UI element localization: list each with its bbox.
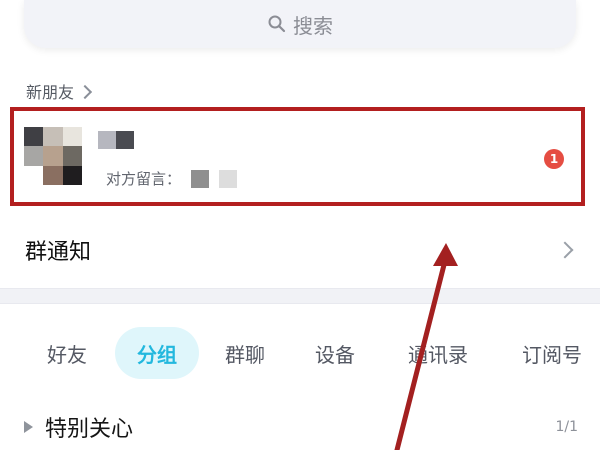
chevron-right-icon — [556, 241, 574, 259]
tab-devices[interactable]: 设备 — [304, 327, 366, 379]
tab-groups[interactable]: 分组 — [115, 327, 199, 379]
special-care-left: 特别关心 — [24, 411, 133, 443]
tab-friends[interactable]: 好友 — [36, 327, 98, 379]
group-notice-row[interactable]: 群通知 — [0, 214, 600, 286]
chevron-right-icon — [77, 84, 93, 99]
new-friends-title: 新朋友 — [26, 83, 75, 102]
search-bar[interactable]: 搜索 — [24, 0, 576, 48]
notification-badge: 1 — [544, 149, 564, 169]
request-message-row: 对方留言： — [106, 168, 238, 189]
contact-tabs: 好友 分组 群聊 设备 通讯录 订阅号 — [0, 327, 600, 379]
group-notice-label: 群通知 — [25, 240, 92, 265]
avatar — [24, 127, 82, 185]
special-care-group[interactable]: 特别关心 1/1 — [0, 404, 600, 450]
requester-name-mosaic — [98, 131, 134, 149]
tab-subscriptions[interactable]: 订阅号 — [511, 327, 593, 379]
tab-address-book[interactable]: 通讯录 — [396, 327, 480, 379]
search-icon — [267, 14, 287, 34]
new-friends-header[interactable]: 新朋友 — [26, 79, 93, 103]
request-message-mosaic-1 — [191, 169, 210, 188]
search-inner[interactable]: 搜索 — [24, 0, 576, 48]
special-care-label: 特别关心 — [45, 417, 134, 442]
request-message-label: 对方留言： — [106, 170, 182, 188]
section-divider — [0, 288, 600, 304]
tab-group-chats[interactable]: 群聊 — [214, 327, 276, 379]
search-label: 搜索 — [293, 13, 333, 38]
friend-request-card[interactable]: 对方留言： 1 — [10, 107, 585, 206]
expand-triangle-icon — [24, 421, 33, 433]
special-care-count: 1/1 — [555, 419, 578, 435]
request-message-mosaic-2 — [219, 169, 238, 188]
